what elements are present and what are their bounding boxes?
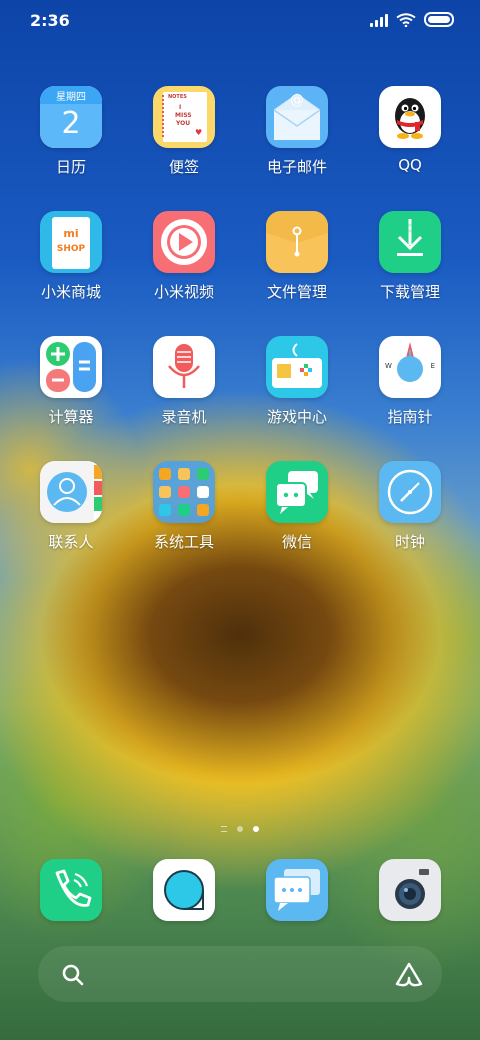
calendar-icon: 星期四 2 bbox=[40, 86, 102, 148]
page-indicator bbox=[0, 826, 480, 832]
assistant-icon[interactable] bbox=[394, 960, 424, 990]
app-file-manager[interactable]: 文件管理 bbox=[247, 211, 347, 302]
status-icons bbox=[370, 12, 454, 27]
app-label: 联系人 bbox=[48, 533, 94, 551]
video-play-icon bbox=[153, 211, 215, 273]
app-label: 电子邮件 bbox=[266, 158, 327, 176]
app-label: 时钟 bbox=[394, 533, 425, 551]
app-label: 小米商城 bbox=[40, 283, 101, 301]
notes-line: YOU bbox=[176, 120, 191, 127]
app-mi-store[interactable]: mi SHOP 小米商城 bbox=[21, 211, 121, 302]
compass-icon: W E bbox=[379, 336, 441, 398]
app-label: 下载管理 bbox=[379, 283, 440, 301]
calendar-day: 2 bbox=[61, 106, 81, 141]
notes-icon: NOTES I MISS YOU ♥ bbox=[153, 86, 215, 148]
mi-logo: mi bbox=[63, 227, 79, 240]
dock-phone[interactable] bbox=[21, 859, 121, 921]
contacts-icon bbox=[40, 461, 102, 523]
app-recorder[interactable]: 录音机 bbox=[134, 336, 234, 427]
compass-east: E bbox=[430, 362, 435, 370]
search-icon[interactable] bbox=[60, 962, 86, 988]
clock-icon bbox=[379, 461, 441, 523]
app-label: 日历 bbox=[55, 158, 86, 176]
status-bar: 2:36 bbox=[0, 0, 480, 40]
email-icon: @ bbox=[266, 86, 328, 148]
folder-icon bbox=[266, 211, 328, 273]
app-label: 便签 bbox=[168, 158, 199, 176]
game-console-icon bbox=[266, 336, 328, 398]
notes-line: I bbox=[179, 104, 182, 111]
app-compass[interactable]: W E 指南针 bbox=[360, 336, 460, 427]
app-calculator[interactable]: 计算器 bbox=[21, 336, 121, 427]
app-label: 小米视频 bbox=[153, 283, 214, 301]
app-label: 录音机 bbox=[161, 408, 207, 426]
shop-text: SHOP bbox=[56, 244, 86, 254]
dock-browser[interactable] bbox=[134, 859, 234, 921]
app-calendar[interactable]: 星期四 2 日历 bbox=[21, 86, 121, 177]
app-label: QQ bbox=[398, 156, 422, 174]
app-contacts[interactable]: 联系人 bbox=[21, 461, 121, 552]
app-label: 计算器 bbox=[48, 408, 94, 426]
app-clock[interactable]: 时钟 bbox=[360, 461, 460, 552]
app-folder-system-tools[interactable]: 系统工具 bbox=[134, 461, 234, 552]
app-email[interactable]: @ 电子邮件 bbox=[247, 86, 347, 177]
app-label: 系统工具 bbox=[153, 533, 214, 551]
app-label: 文件管理 bbox=[266, 283, 327, 301]
download-icon bbox=[379, 211, 441, 273]
dock-camera[interactable] bbox=[360, 859, 460, 921]
mi-store-icon: mi SHOP bbox=[40, 211, 102, 273]
app-label: 游戏中心 bbox=[266, 408, 327, 426]
folder-icon bbox=[153, 461, 215, 523]
app-label: 指南针 bbox=[387, 408, 433, 426]
camera-icon bbox=[379, 859, 441, 921]
browser-icon bbox=[153, 859, 215, 921]
page-dot-current[interactable] bbox=[253, 826, 259, 832]
signal-icon bbox=[370, 13, 388, 27]
at-sign: @ bbox=[290, 92, 304, 108]
status-time: 2:36 bbox=[30, 11, 70, 30]
app-qq[interactable]: QQ bbox=[360, 86, 460, 174]
notes-line: MISS bbox=[175, 112, 192, 119]
search-bar[interactable] bbox=[38, 946, 442, 1002]
phone-icon bbox=[40, 859, 102, 921]
heart-icon: ♥ bbox=[195, 128, 203, 137]
qq-penguin-icon bbox=[379, 86, 441, 148]
compass-west: W bbox=[385, 362, 392, 370]
app-downloads[interactable]: 下载管理 bbox=[360, 211, 460, 302]
microphone-icon bbox=[153, 336, 215, 398]
messages-icon bbox=[266, 859, 328, 921]
calculator-icon bbox=[40, 336, 102, 398]
app-game-center[interactable]: 游戏中心 bbox=[247, 336, 347, 427]
dock-messages[interactable] bbox=[247, 859, 347, 921]
app-wechat[interactable]: 微信 bbox=[247, 461, 347, 552]
notes-title: NOTES bbox=[168, 94, 187, 100]
app-notes[interactable]: NOTES I MISS YOU ♥ 便签 bbox=[134, 86, 234, 177]
page-dot[interactable] bbox=[221, 826, 227, 832]
page-dot[interactable] bbox=[237, 826, 243, 832]
app-label: 微信 bbox=[281, 533, 312, 551]
calendar-weekday: 星期四 bbox=[56, 92, 86, 103]
battery-icon bbox=[424, 12, 454, 27]
app-mi-video[interactable]: 小米视频 bbox=[134, 211, 234, 302]
wifi-icon bbox=[396, 12, 416, 27]
wechat-icon bbox=[266, 461, 328, 523]
